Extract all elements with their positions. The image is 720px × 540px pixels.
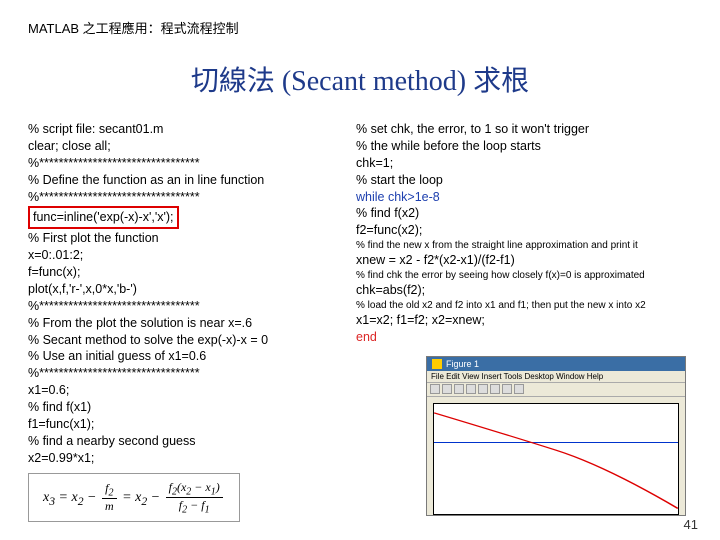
code-line: % From the plot the solution is near x=.…: [28, 315, 338, 332]
code-line: clear; close all;: [28, 138, 338, 155]
code-line: f=func(x);: [28, 264, 338, 281]
code-comment: % find chk the error by seeing how close…: [356, 269, 686, 282]
tool-icon[interactable]: [442, 384, 452, 394]
code-line: %*********************************: [28, 365, 338, 382]
left-column: % script file: secant01.m clear; close a…: [28, 121, 338, 522]
code-line: % First plot the function: [28, 230, 338, 247]
figure-icon: [432, 359, 442, 369]
tool-icon[interactable]: [490, 384, 500, 394]
code-line: % find f(x1): [28, 399, 338, 416]
tool-icon[interactable]: [430, 384, 440, 394]
page-number: 41: [684, 517, 698, 532]
code-line: xnew = x2 - f2*(x2-x1)/(f2-f1): [356, 252, 686, 269]
highlighted-code: func=inline('exp(-x)-x','x');: [28, 206, 179, 229]
page-header: MATLAB 之工程應用：程式流程控制: [28, 18, 692, 37]
tool-icon[interactable]: [502, 384, 512, 394]
code-line-keyword: while chk>1e-8: [356, 189, 686, 206]
figure-menubar[interactable]: File Edit View Insert Tools Desktop Wind…: [427, 371, 685, 383]
code-line: % start the loop: [356, 172, 686, 189]
code-line: % Define the function as an in line func…: [28, 172, 338, 189]
code-line: % set chk, the error, to 1 so it won't t…: [356, 121, 686, 138]
page-title: 切線法 (Secant method) 求根: [28, 59, 692, 99]
code-comment: % load the old x2 and f2 into x1 and f1;…: [356, 299, 686, 312]
code-line: chk=abs(f2);: [356, 282, 686, 299]
code-line: % Use an initial guess of x1=0.6: [28, 348, 338, 365]
code-comment: % find the new x from the straight line …: [356, 239, 686, 252]
code-line-keyword: end: [356, 329, 686, 346]
code-line: % script file: secant01.m: [28, 121, 338, 138]
tool-icon[interactable]: [454, 384, 464, 394]
plot-axes[interactable]: [433, 403, 679, 515]
function-curve: [434, 404, 678, 514]
window-title-text: Figure 1: [446, 359, 479, 369]
window-titlebar[interactable]: Figure 1: [427, 357, 685, 371]
code-line: x2=0.99*x1;: [28, 450, 338, 467]
tool-icon[interactable]: [478, 384, 488, 394]
code-line: x1=0.6;: [28, 382, 338, 399]
code-line: plot(x,f,'r-',x,0*x,'b-'): [28, 281, 338, 298]
formula-box: x3 = x2 − f2m = x2 − f2(x2 − x1)f2 − f1: [28, 473, 240, 523]
code-line: chk=1;: [356, 155, 686, 172]
code-line: % find a nearby second guess: [28, 433, 338, 450]
tool-icon[interactable]: [514, 384, 524, 394]
content-columns: % script file: secant01.m clear; close a…: [28, 121, 692, 522]
right-column: % set chk, the error, to 1 so it won't t…: [356, 121, 686, 522]
code-line: func=inline('exp(-x)-x','x');: [28, 205, 338, 230]
code-line: f1=func(x1);: [28, 416, 338, 433]
code-line: %*********************************: [28, 155, 338, 172]
figure-toolbar[interactable]: [427, 383, 685, 397]
code-line: x1=x2; f1=f2; x2=xnew;: [356, 312, 686, 329]
code-line: % the while before the loop starts: [356, 138, 686, 155]
matlab-figure-window[interactable]: Figure 1 File Edit View Insert Tools Des…: [426, 356, 686, 516]
code-line: % Secant method to solve the exp(-x)-x =…: [28, 332, 338, 349]
tool-icon[interactable]: [466, 384, 476, 394]
code-line: % find f(x2): [356, 205, 686, 222]
code-line: x=0:.01:2;: [28, 247, 338, 264]
code-line: f2=func(x2);: [356, 222, 686, 239]
code-line: %*********************************: [28, 298, 338, 315]
code-line: %*********************************: [28, 189, 338, 206]
